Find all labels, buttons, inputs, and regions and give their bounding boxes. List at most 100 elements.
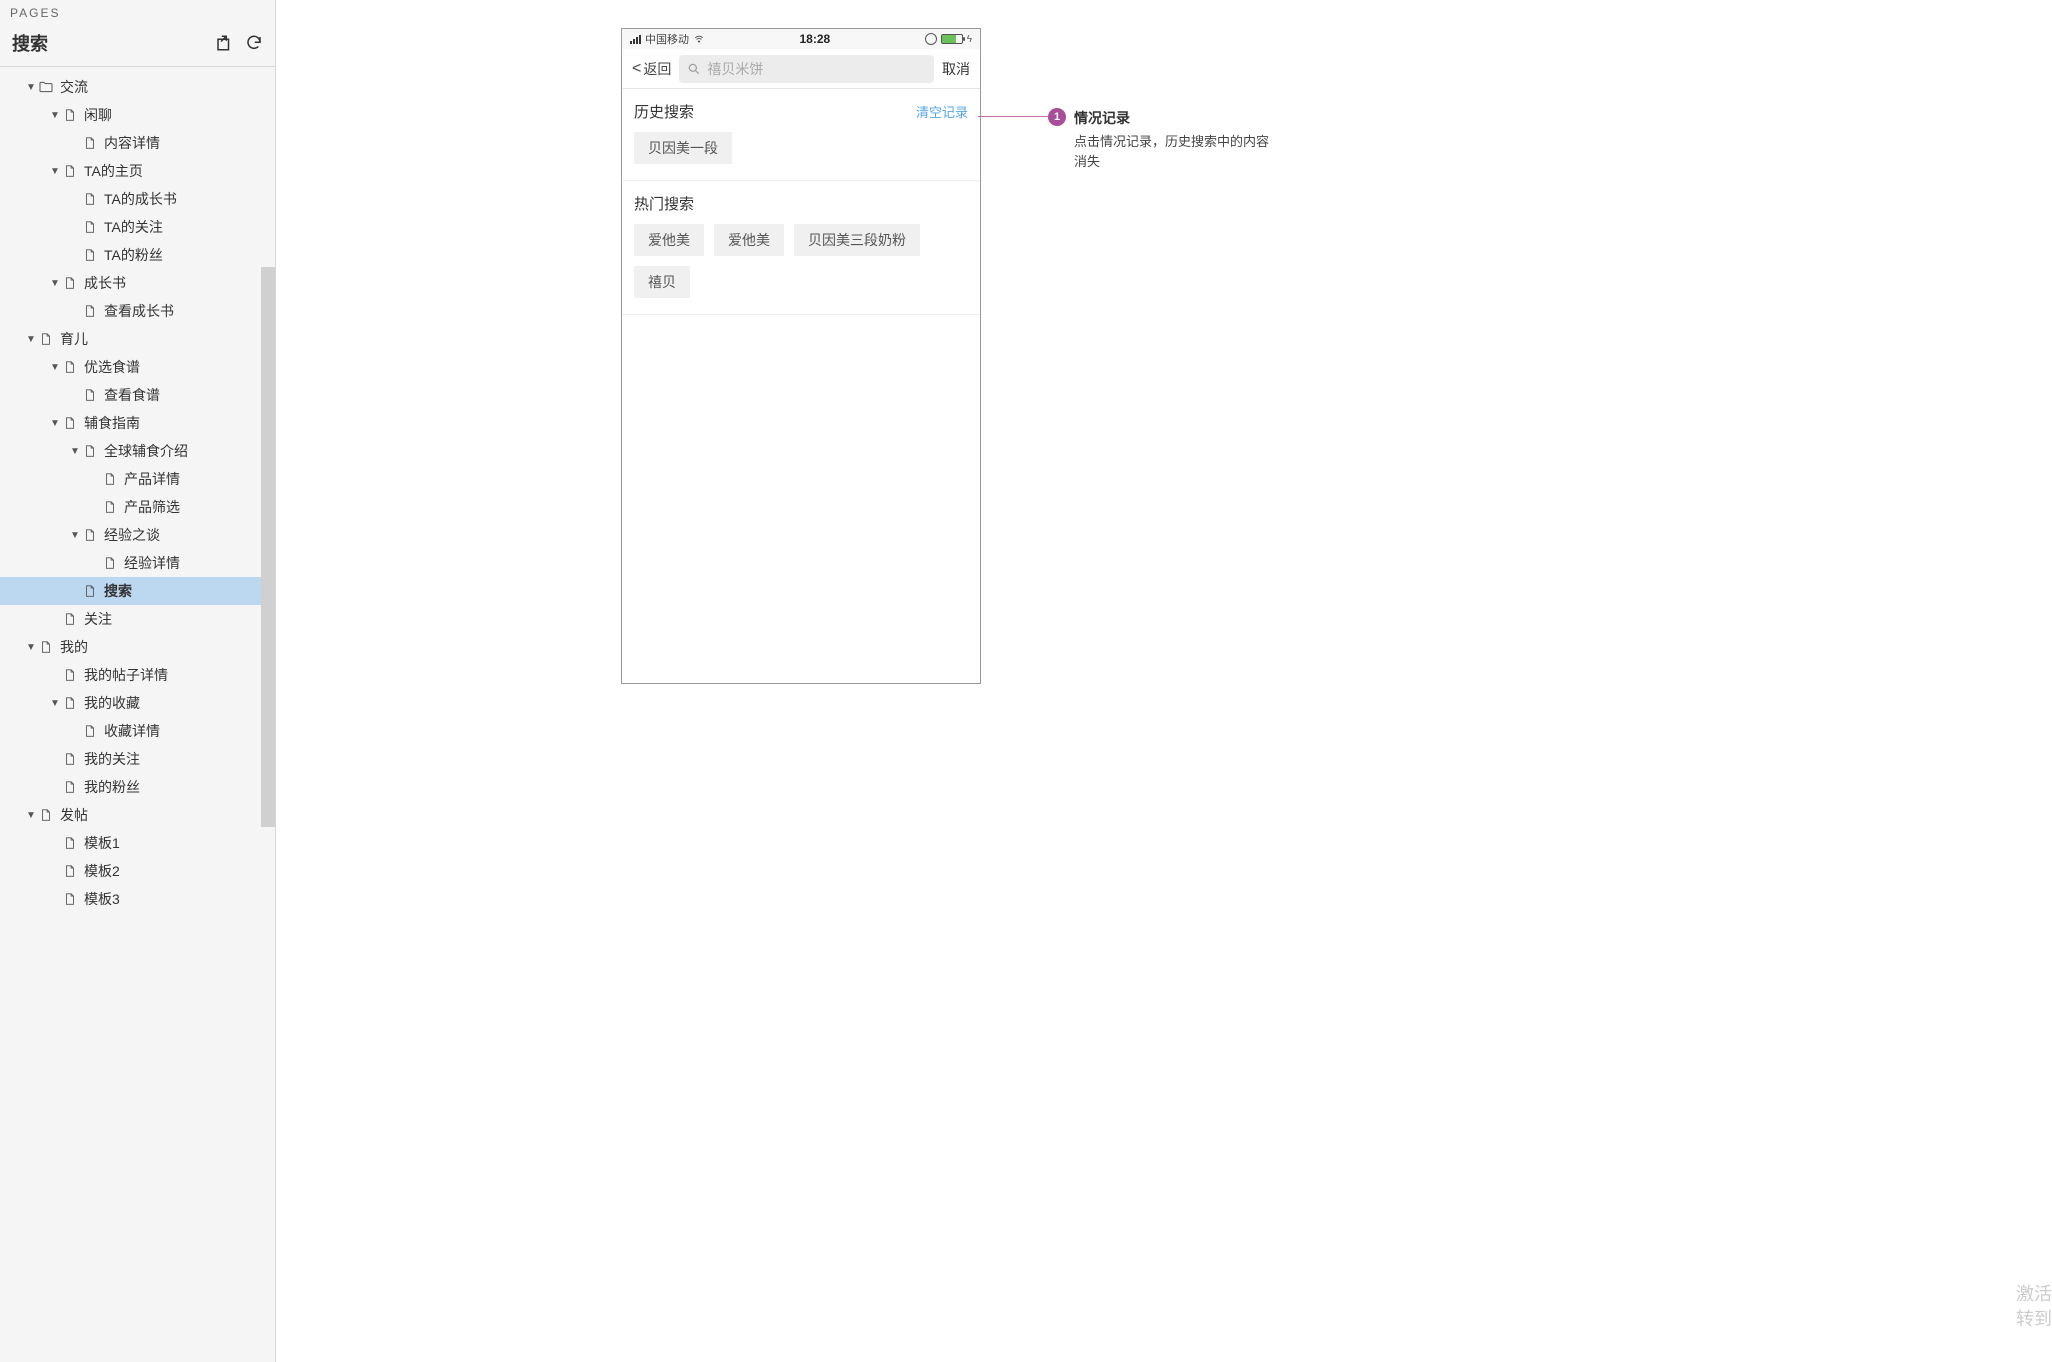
tree-item-label: 经验之谈 — [104, 525, 160, 545]
page-icon — [62, 359, 78, 375]
search-tag[interactable]: 爱他美 — [714, 224, 784, 256]
tree-item[interactable]: ▼全球辅食介绍 — [0, 437, 275, 465]
tree-item[interactable]: ▼ TA的主页 — [0, 157, 275, 185]
tree-item[interactable]: ▼我的关注 — [0, 745, 275, 773]
tree-item-label: 收藏详情 — [104, 721, 160, 741]
tree-item[interactable]: ▼ 优选食谱 — [0, 353, 275, 381]
caret-down-icon[interactable]: ▼ — [48, 698, 62, 709]
search-icon — [687, 62, 701, 76]
tree-item[interactable]: ▼TA的关注 — [0, 213, 275, 241]
search-placeholder: 禧贝米饼 — [707, 59, 763, 79]
annotation-line — [978, 116, 1048, 117]
page-icon — [102, 499, 118, 515]
caret-down-icon[interactable]: ▼ — [48, 110, 62, 121]
tree-item-label: 内容详情 — [104, 133, 160, 153]
hot-tags: 爱他美爱他美贝因美三段奶粉禧贝 — [634, 224, 968, 298]
tree-scroll[interactable]: ▼交流▼闲聊▼内容详情▼TA的主页▼TA的成长书▼TA的关注▼TA的粉丝▼成长书… — [0, 67, 275, 1362]
tree-item[interactable]: ▼我的 — [0, 633, 275, 661]
caret-down-icon[interactable]: ▼ — [48, 362, 62, 373]
tree-item-label: 我的关注 — [84, 749, 140, 769]
tree-item[interactable]: ▼ 交流 — [0, 73, 275, 101]
caret-down-icon[interactable]: ▼ — [68, 530, 82, 541]
caret-down-icon[interactable]: ▼ — [48, 278, 62, 289]
page-icon — [62, 863, 78, 879]
search-tag[interactable]: 禧贝 — [634, 266, 690, 298]
share-icon[interactable] — [215, 34, 233, 52]
page-icon — [62, 275, 78, 291]
tree-item-label: TA的主页 — [84, 161, 143, 181]
page-icon — [82, 527, 98, 543]
page-icon — [82, 303, 98, 319]
tree-item[interactable]: ▼TA的成长书 — [0, 185, 275, 213]
tree-item[interactable]: ▼产品筛选 — [0, 493, 275, 521]
page-title: 搜索 — [12, 30, 215, 56]
search-tag[interactable]: 爱他美 — [634, 224, 704, 256]
tree-item[interactable]: ▼ 闲聊 — [0, 101, 275, 129]
tree-item[interactable]: ▼育儿 — [0, 325, 275, 353]
caret-down-icon[interactable]: ▼ — [48, 418, 62, 429]
tree-item-label: 我的收藏 — [84, 693, 140, 713]
tree-item[interactable]: ▼收藏详情 — [0, 717, 275, 745]
battery-icon — [941, 34, 963, 44]
tree-item[interactable]: ▼搜索 — [0, 577, 275, 605]
chevron-left-icon: < — [632, 60, 641, 78]
tree-item[interactable]: ▼我的粉丝 — [0, 773, 275, 801]
search-tag[interactable]: 贝因美一段 — [634, 132, 732, 164]
page-icon — [62, 107, 78, 123]
tree-item[interactable]: ▼ 我的收藏 — [0, 689, 275, 717]
tree-item-label: 成长书 — [84, 273, 126, 293]
page-icon — [62, 751, 78, 767]
tree-item[interactable]: ▼查看食谱 — [0, 381, 275, 409]
charging-icon: ϟ — [967, 34, 972, 45]
clear-history-link[interactable]: 清空记录 — [916, 102, 968, 121]
tree-item[interactable]: ▼模板3 — [0, 885, 275, 913]
tree-item[interactable]: ▼ 发帖 — [0, 801, 275, 829]
tree-item-label: 发帖 — [60, 805, 88, 825]
tree-item-label: 我的粉丝 — [84, 777, 140, 797]
caret-down-icon[interactable]: ▼ — [24, 642, 38, 653]
page-tree: ▼交流▼闲聊▼内容详情▼TA的主页▼TA的成长书▼TA的关注▼TA的粉丝▼成长书… — [0, 67, 275, 919]
page-icon — [82, 219, 98, 235]
caret-down-icon[interactable]: ▼ — [24, 334, 38, 345]
page-icon — [102, 555, 118, 571]
page-icon — [38, 807, 54, 823]
tree-item[interactable]: ▼内容详情 — [0, 129, 275, 157]
tree-item-label: 模板1 — [84, 833, 120, 853]
nav-bar: < 返回 禧贝米饼 取消 — [622, 49, 980, 89]
search-tag[interactable]: 贝因美三段奶粉 — [794, 224, 920, 256]
scrollbar-thumb[interactable] — [261, 267, 275, 827]
page-icon — [82, 247, 98, 263]
caret-down-icon[interactable]: ▼ — [68, 446, 82, 457]
carrier-label: 中国移动 — [645, 31, 689, 47]
tree-item[interactable]: ▼ 经验之谈 — [0, 521, 275, 549]
tree-item[interactable]: ▼产品详情 — [0, 465, 275, 493]
canvas: 中国移动 18:28 ϟ < 返回 禧贝米饼 — [276, 0, 2052, 1362]
cancel-button[interactable]: 取消 — [942, 59, 970, 79]
back-label: 返回 — [643, 59, 671, 79]
caret-down-icon[interactable]: ▼ — [48, 166, 62, 177]
page-icon — [82, 583, 98, 599]
tree-item-label: 关注 — [84, 609, 112, 629]
tree-item[interactable]: ▼辅食指南 — [0, 409, 275, 437]
page-icon — [82, 191, 98, 207]
caret-down-icon[interactable]: ▼ — [24, 82, 38, 93]
refresh-icon[interactable] — [245, 34, 263, 52]
tree-item[interactable]: ▼TA的粉丝 — [0, 241, 275, 269]
tree-item[interactable]: ▼经验详情 — [0, 549, 275, 577]
page-icon — [82, 723, 98, 739]
caret-down-icon[interactable]: ▼ — [24, 810, 38, 821]
back-button[interactable]: < 返回 — [632, 59, 671, 79]
tree-item[interactable]: ▼关注 — [0, 605, 275, 633]
tree-item-label: 交流 — [60, 77, 88, 97]
search-input[interactable]: 禧贝米饼 — [679, 55, 934, 83]
tree-item[interactable]: ▼我的帖子详情 — [0, 661, 275, 689]
page-icon — [62, 779, 78, 795]
watermark: 激活 转到 — [2016, 1282, 2052, 1332]
page-icon — [38, 639, 54, 655]
tree-item[interactable]: ▼ 成长书 — [0, 269, 275, 297]
tree-item-label: 优选食谱 — [84, 357, 140, 377]
tree-item[interactable]: ▼查看成长书 — [0, 297, 275, 325]
tree-item[interactable]: ▼模板1 — [0, 829, 275, 857]
tree-item[interactable]: ▼模板2 — [0, 857, 275, 885]
tree-item-label: 闲聊 — [84, 105, 112, 125]
